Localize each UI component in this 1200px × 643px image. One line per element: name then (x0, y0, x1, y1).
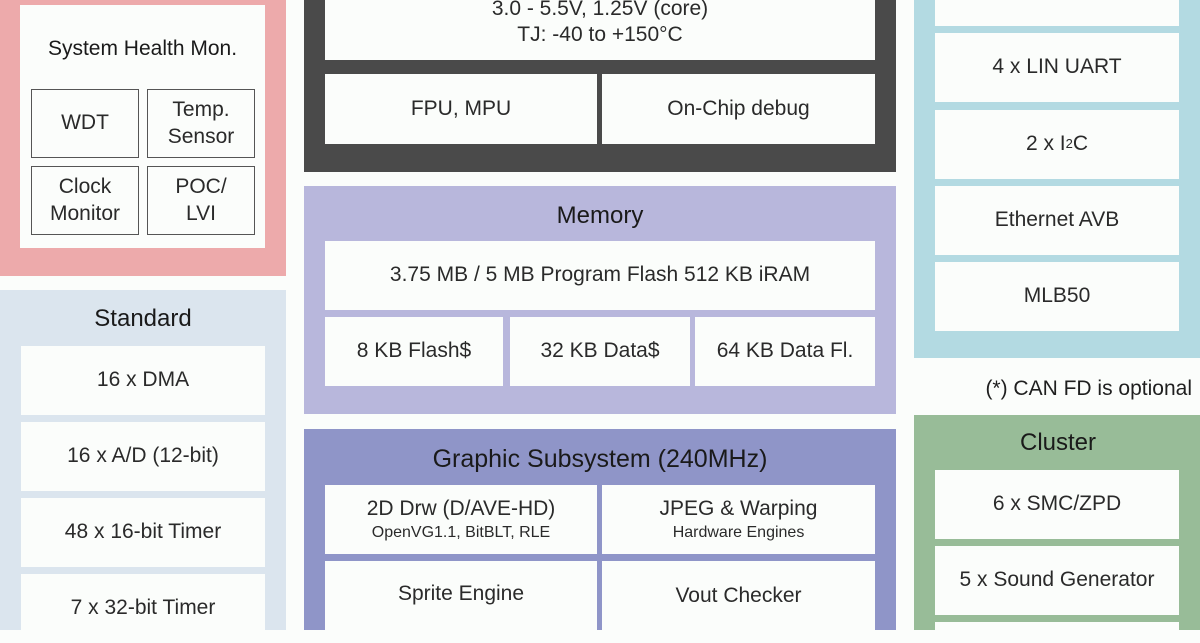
cpu-temperature: TJ: -40 to +150°C (517, 22, 683, 46)
can-fd-note: (*) CAN FD is optional (985, 377, 1192, 400)
cluster-block: Cluster 6 x SMC/ZPD 5 x Sound Generator (914, 415, 1200, 642)
standard-block: Standard 16 x DMA 16 x A/D (12-bit) 48 x… (0, 290, 286, 643)
wdt-block: WDT (31, 89, 139, 158)
data-flash-block: 64 KB Data Fl. (695, 317, 875, 386)
cpu-block: 3.0 - 5.5V, 1.25V (core) TJ: -40 to +150… (304, 0, 896, 172)
comm-item-clipped (935, 0, 1179, 26)
flash-cache-block: 8 KB Flash$ (325, 317, 503, 386)
system-health-monitor-panel: System Health Mon. WDT Temp. Sensor Cloc… (20, 5, 265, 248)
jpeg-warping-block: JPEG & Warping Hardware Engines (602, 485, 875, 554)
clock-monitor-block: Clock Monitor (31, 166, 139, 235)
i2c-block: 2 x I2C (935, 110, 1179, 179)
2d-draw-block: 2D Drw (D/AVE-HD) OpenVG1.1, BitBLT, RLE (325, 485, 597, 554)
on-chip-debug-block: On-Chip debug (602, 74, 875, 144)
standard-item: 7 x 32-bit Timer (21, 574, 265, 643)
system-health-monitor-title: System Health Mon. (47, 37, 238, 60)
program-flash-block: 3.75 MB / 5 MB Program Flash 512 KB iRAM (325, 241, 875, 310)
cpu-voltage: 3.0 - 5.5V, 1.25V (core) (491, 0, 709, 20)
smc-zpd-block: 6 x SMC/ZPD (935, 470, 1179, 539)
temp-sensor-block: Temp. Sensor (147, 89, 255, 158)
cluster-title: Cluster (1019, 429, 1097, 456)
sound-generator-block: 5 x Sound Generator (935, 546, 1179, 615)
fpu-mpu-block: FPU, MPU (325, 74, 597, 144)
ethernet-avb-block: Ethernet AVB (935, 186, 1179, 255)
cpu-spec-panel: 3.0 - 5.5V, 1.25V (core) TJ: -40 to +150… (325, 0, 875, 60)
vout-checker-block: Vout Checker (602, 561, 875, 641)
poc-lvi-block: POC/ LVI (147, 166, 255, 235)
sprite-engine-block: Sprite Engine (325, 561, 597, 641)
safety-block: System Health Mon. WDT Temp. Sensor Cloc… (0, 0, 286, 276)
memory-title: Memory (556, 202, 644, 229)
communication-block: 4 x LIN UART 2 x I2C Ethernet AVB MLB50 (914, 0, 1200, 358)
graphic-subsystem-title: Graphic Subsystem (240MHz) (432, 445, 768, 473)
standard-item: 16 x DMA (21, 346, 265, 415)
mlb50-block: MLB50 (935, 262, 1179, 331)
lin-uart-block: 4 x LIN UART (935, 33, 1179, 102)
standard-item: 16 x A/D (12-bit) (21, 422, 265, 491)
memory-block: Memory 3.75 MB / 5 MB Program Flash 512 … (304, 186, 896, 414)
graphic-subsystem-block: Graphic Subsystem (240MHz) 2D Drw (D/AVE… (304, 429, 896, 641)
standard-item: 48 x 16-bit Timer (21, 498, 265, 567)
cluster-item-clipped (935, 622, 1179, 642)
data-cache-block: 32 KB Data$ (510, 317, 690, 386)
standard-title: Standard (94, 305, 192, 332)
